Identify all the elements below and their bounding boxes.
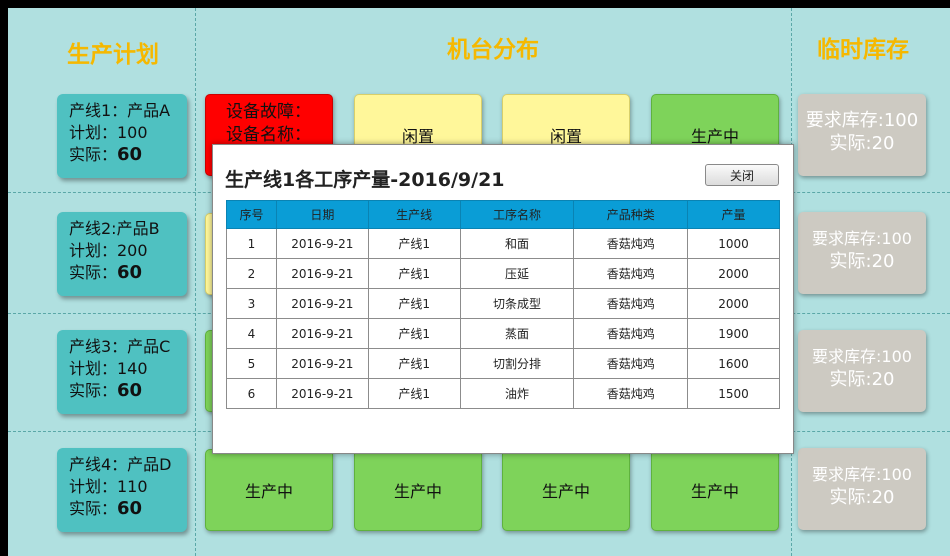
table-cell: 2000 <box>687 258 780 289</box>
plan-actual: 实际：60 <box>69 262 143 283</box>
table-header-row: 序号 日期 生产线 工序名称 产品种类 产量 <box>226 200 780 229</box>
stock-required: 要求库存:100 <box>812 347 912 366</box>
plan-card-line1[interactable]: 产线1：产品A 计划：100 实际：60 <box>57 94 187 178</box>
table-row[interactable]: 5 2016-9-21 产线1 切割分排 香菇炖鸡 1600 <box>226 348 780 379</box>
table-row[interactable]: 4 2016-9-21 产线1 蒸面 香菇炖鸡 1900 <box>226 318 780 349</box>
column-header: 序号 <box>226 200 277 229</box>
table-cell: 产线1 <box>367 318 461 349</box>
table-cell: 产线1 <box>367 378 461 409</box>
table-cell: 香菇炖鸡 <box>573 318 689 349</box>
app-frame: 生产计划 机台分布 临时库存 产线1：产品A 计划：100 实际：60 产线2:… <box>0 0 950 556</box>
table-cell: 2016-9-21 <box>275 378 369 409</box>
table-cell: 1900 <box>687 318 780 349</box>
production-detail-dialog: 生产线1各工序产量-2016/9/21 关闭 序号 日期 生产线 工序名称 产品… <box>212 144 794 454</box>
table-cell: 产线1 <box>367 228 461 259</box>
table-cell: 2016-9-21 <box>275 228 369 259</box>
stock-required: 要求库存:100 <box>812 465 912 484</box>
table-cell: 压延 <box>459 258 575 289</box>
table-cell: 2016-9-21 <box>275 288 369 319</box>
machine-running-tile[interactable]: 生产中 <box>651 449 779 531</box>
table-cell: 香菇炖鸡 <box>573 288 689 319</box>
heading-production-plan: 生产计划 <box>67 42 159 68</box>
plan-card-line3[interactable]: 产线3：产品C 计划：140 实际：60 <box>57 330 187 414</box>
column-header: 日期 <box>275 200 369 229</box>
stock-actual: 实际:20 <box>829 251 895 272</box>
machine-running-tile[interactable]: 生产中 <box>502 449 630 531</box>
table-row[interactable]: 2 2016-9-21 产线1 压延 香菇炖鸡 2000 <box>226 258 780 289</box>
stock-actual: 实际:20 <box>829 133 895 154</box>
plan-line-label: 产线4：产品D <box>69 455 172 474</box>
stock-required: 要求库存:100 <box>812 229 912 248</box>
plan-line-label: 产线2:产品B <box>69 219 160 238</box>
table-row[interactable]: 6 2016-9-21 产线1 油炸 香菇炖鸡 1500 <box>226 378 780 409</box>
dashboard-board: 生产计划 机台分布 临时库存 产线1：产品A 计划：100 实际：60 产线2:… <box>8 8 950 556</box>
table-cell: 2000 <box>687 288 780 319</box>
dialog-title: 生产线1各工序产量-2016/9/21 <box>225 169 505 191</box>
machine-status: 生产中 <box>244 482 293 501</box>
plan-actual: 实际：60 <box>69 498 143 519</box>
plan-target: 计划：110 <box>69 477 148 496</box>
plan-actual: 实际：60 <box>69 380 143 401</box>
table-cell: 4 <box>226 318 277 349</box>
fault-label: 设备故障： <box>226 102 311 122</box>
stock-actual: 实际:20 <box>829 487 895 508</box>
table-row[interactable]: 1 2016-9-21 产线1 和面 香菇炖鸡 1000 <box>226 228 780 259</box>
table-cell: 5 <box>226 348 277 379</box>
table-cell: 切条成型 <box>459 288 575 319</box>
stock-actual: 实际:20 <box>829 369 895 390</box>
machine-status: 生产中 <box>690 482 739 501</box>
plan-actual: 实际：60 <box>69 144 143 165</box>
column-header: 工序名称 <box>459 200 575 229</box>
heading-temp-stock: 临时库存 <box>817 37 909 63</box>
column-header: 生产线 <box>367 200 461 229</box>
plan-target: 计划：200 <box>69 241 148 260</box>
stock-required: 要求库存:100 <box>805 110 919 131</box>
stock-card[interactable]: 要求库存:100 实际:20 <box>798 212 926 294</box>
table-row[interactable]: 3 2016-9-21 产线1 切条成型 香菇炖鸡 2000 <box>226 288 780 319</box>
close-button[interactable]: 关闭 <box>705 164 779 186</box>
stock-card[interactable]: 要求库存:100 实际:20 <box>798 330 926 412</box>
table-cell: 油炸 <box>459 378 575 409</box>
table-cell: 2016-9-21 <box>275 348 369 379</box>
heading-machine-distribution: 机台分布 <box>447 37 539 63</box>
plan-card-line4[interactable]: 产线4：产品D 计划：110 实际：60 <box>57 448 187 532</box>
machine-status: 生产中 <box>541 482 590 501</box>
table-cell: 香菇炖鸡 <box>573 378 689 409</box>
plan-target: 计划：140 <box>69 359 148 378</box>
plan-card-line2[interactable]: 产线2:产品B 计划：200 实际：60 <box>57 212 187 296</box>
table-cell: 产线1 <box>367 348 461 379</box>
table-cell: 3 <box>226 288 277 319</box>
table-cell: 和面 <box>459 228 575 259</box>
table-cell: 2016-9-21 <box>275 318 369 349</box>
process-output-table: 序号 日期 生产线 工序名称 产品种类 产量 1 2016-9-21 产线1 和… <box>226 200 780 409</box>
table-cell: 1000 <box>687 228 780 259</box>
column-header: 产品种类 <box>573 200 689 229</box>
table-cell: 切割分排 <box>459 348 575 379</box>
column-header: 产量 <box>687 200 780 229</box>
column-divider <box>195 8 196 556</box>
table-cell: 2 <box>226 258 277 289</box>
table-cell: 香菇炖鸡 <box>573 348 689 379</box>
table-cell: 2016-9-21 <box>275 258 369 289</box>
plan-line-label: 产线1：产品A <box>69 101 171 120</box>
table-cell: 产线1 <box>367 288 461 319</box>
table-cell: 1600 <box>687 348 780 379</box>
table-cell: 6 <box>226 378 277 409</box>
plan-line-label: 产线3：产品C <box>69 337 171 356</box>
machine-status: 生产中 <box>393 482 442 501</box>
table-cell: 香菇炖鸡 <box>573 228 689 259</box>
machine-running-tile[interactable]: 生产中 <box>354 449 482 531</box>
stock-card[interactable]: 要求库存:100 实际:20 <box>798 94 926 176</box>
stock-card[interactable]: 要求库存:100 实际:20 <box>798 448 926 530</box>
machine-running-tile[interactable]: 生产中 <box>205 449 333 531</box>
table-cell: 1500 <box>687 378 780 409</box>
plan-target: 计划：100 <box>69 123 148 142</box>
table-cell: 产线1 <box>367 258 461 289</box>
table-cell: 香菇炖鸡 <box>573 258 689 289</box>
table-cell: 1 <box>226 228 277 259</box>
table-cell: 蒸面 <box>459 318 575 349</box>
